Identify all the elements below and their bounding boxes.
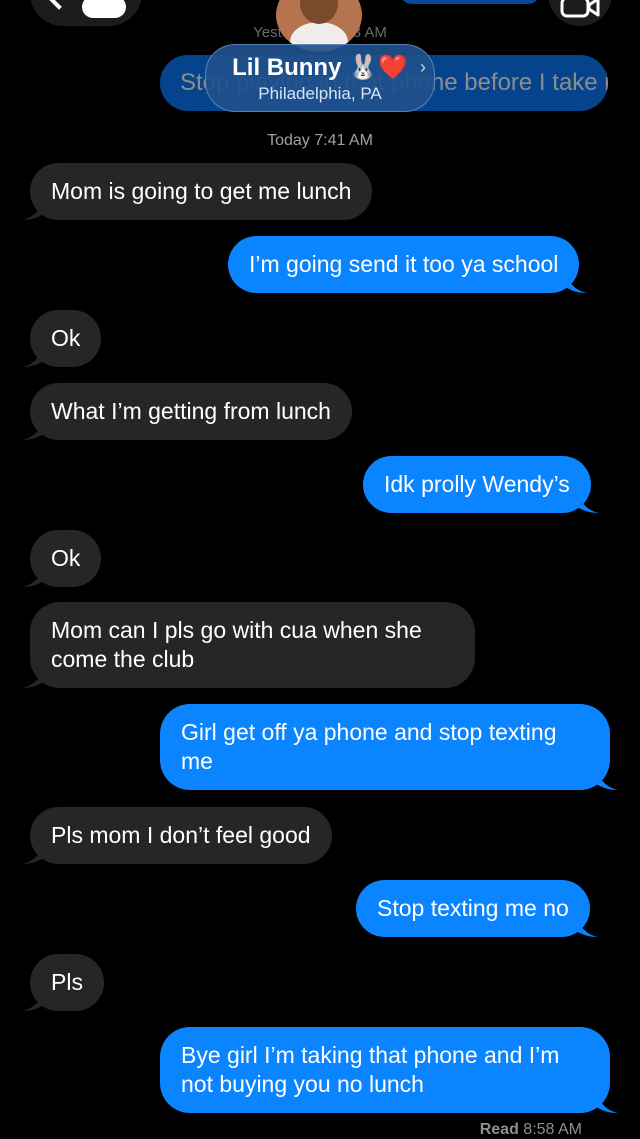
sent-message[interactable]: Stop texting me no bbox=[356, 880, 598, 937]
contact-location: Philadelphia, PA bbox=[258, 84, 382, 103]
messages-screen: Yesterday 10:43 AM Stop playing in that … bbox=[0, 0, 640, 1139]
back-button[interactable] bbox=[30, 0, 142, 26]
received-message[interactable]: Pls mom I don’t feel good bbox=[22, 807, 332, 864]
contact-header[interactable]: Lil Bunny 🐰❤️ Philadelphia, PA › bbox=[205, 44, 435, 112]
message-text: I’m going send it too ya school bbox=[249, 251, 559, 277]
message-text: Girl get off ya phone and stop texting m… bbox=[181, 719, 557, 774]
message-text: Mom can I pls go with cua when she come … bbox=[51, 617, 422, 672]
message-text: Mom is going to get me lunch bbox=[51, 178, 352, 204]
message-text: Ok bbox=[51, 545, 81, 571]
received-message[interactable]: Mom can I pls go with cua when she come … bbox=[22, 602, 475, 688]
sent-message[interactable]: I’m going send it too ya school bbox=[228, 236, 588, 293]
received-message[interactable]: Ok bbox=[22, 530, 102, 587]
read-label: Read bbox=[479, 1121, 519, 1138]
chevron-left-icon bbox=[46, 0, 72, 10]
message-text: Bye girl I’m taking that phone and I’m n… bbox=[181, 1042, 560, 1097]
received-message[interactable]: What I’m getting from lunch bbox=[22, 383, 352, 440]
sent-message[interactable]: Girl get off ya phone and stop texting m… bbox=[160, 704, 618, 790]
bubble-tail bbox=[22, 349, 44, 367]
chevron-right-icon: › bbox=[420, 57, 426, 77]
facetime-video-button[interactable] bbox=[548, 0, 612, 26]
sent-message[interactable]: Bye girl I’m taking that phone and I’m n… bbox=[160, 1027, 618, 1113]
received-message[interactable]: Mom is going to get me lunch bbox=[22, 163, 373, 220]
avatar-face bbox=[300, 0, 338, 24]
received-message[interactable]: Pls bbox=[22, 954, 104, 1011]
video-camera-icon bbox=[560, 0, 600, 18]
received-message[interactable]: Ok bbox=[22, 310, 102, 367]
bubble-tail bbox=[22, 670, 44, 688]
sent-message[interactable]: Idk prolly Wendy’s bbox=[363, 456, 599, 513]
thread-timestamp: Today 7:41 AM bbox=[267, 132, 373, 149]
bubble-tail bbox=[22, 846, 44, 864]
message-text: Pls bbox=[51, 969, 83, 995]
bubble-tail bbox=[575, 919, 598, 937]
message-text: What I’m getting from lunch bbox=[51, 398, 331, 424]
unread-count-badge bbox=[82, 0, 126, 18]
contact-name: Lil Bunny 🐰❤️ bbox=[232, 54, 408, 81]
message-text: Pls mom I don’t feel good bbox=[51, 822, 311, 848]
message-text: Idk prolly Wendy’s bbox=[384, 471, 570, 497]
bubble-tail bbox=[22, 202, 44, 220]
bubble-tail bbox=[22, 569, 44, 587]
bubble-tail bbox=[22, 993, 44, 1011]
bubble-tail bbox=[596, 1095, 618, 1113]
read-time: 8:58 AM bbox=[523, 1121, 582, 1138]
bubble-tail bbox=[22, 422, 44, 440]
previous-message-sliver bbox=[400, 0, 540, 4]
bubble-tail bbox=[565, 275, 588, 293]
message-text: Stop texting me no bbox=[377, 895, 569, 921]
read-receipt: Read 8:58 AM bbox=[480, 1121, 582, 1139]
bubble-tail bbox=[576, 495, 599, 513]
bubble-tail bbox=[596, 772, 618, 790]
message-text: Ok bbox=[51, 325, 81, 351]
